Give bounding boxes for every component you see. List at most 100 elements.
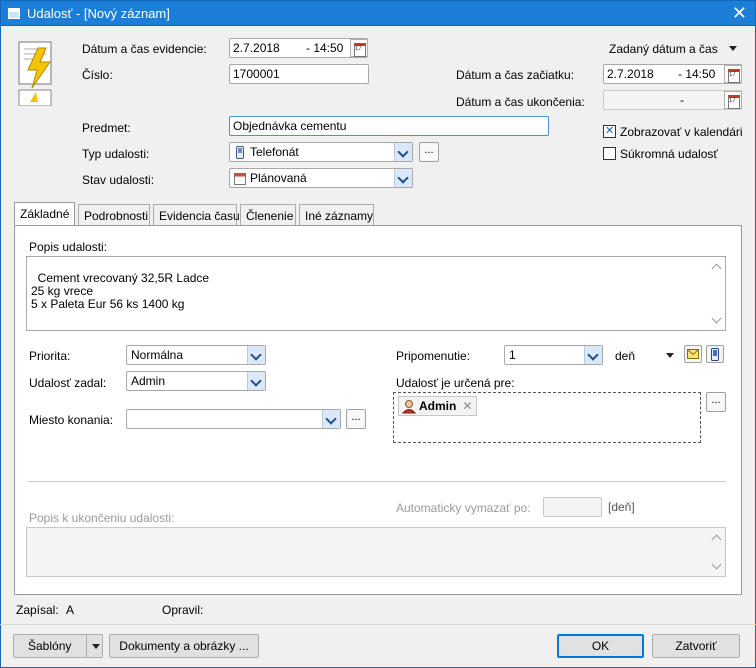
sablony-label: Šablóny [28,639,72,653]
scroll-up-icon[interactable] [711,263,722,274]
typ-udalosti-browse-button[interactable]: ... [419,142,439,162]
chevron-down-icon[interactable] [247,346,265,364]
typ-udalosti-label: Typ udalosti: [82,147,150,161]
zobrazovat-label: Zobrazovať v kalendári [620,125,743,139]
chevron-down-icon[interactable] [394,143,412,161]
close-icon[interactable]: ✕ [732,3,747,23]
pripomenutie-value: 1 [509,348,516,362]
popis-text: Cement vrecovaný 32,5R Ladce 25 kg vrece… [31,271,210,311]
miesto-browse-button[interactable]: ... [346,409,366,429]
popis-ukoncenia-textarea[interactable] [26,527,726,577]
ok-button[interactable]: OK [557,634,644,658]
calendar-icon[interactable] [724,91,742,109]
opravil-label: Opravil: [162,603,204,617]
footer-separator [0,624,756,625]
chevron-down-icon[interactable] [322,410,340,428]
sablony-button[interactable]: Šablóny [13,634,103,658]
datum-evidencie-label: Dátum a čas evidencie: [82,42,207,56]
stav-udalosti-select[interactable]: Plánovaná [229,168,413,188]
envelope-icon [687,349,699,359]
urcena-pre-box[interactable]: Admin ✕ [393,392,701,443]
calendar-icon[interactable] [350,39,368,57]
zaciatok-date: 2.7.2018 [607,67,654,81]
zapisal-label: Zapísal: [16,603,59,617]
priorita-value: Normálna [131,348,184,362]
popis-ukoncenia-scrollbar[interactable] [709,528,725,576]
window-icon [8,8,20,19]
miesto-select[interactable] [126,409,341,429]
window-title: Udalosť - [Nový záznam] [27,6,170,21]
ukoncenie-value: - [680,93,684,107]
zadal-label: Udalosť zadal: [29,376,107,390]
predmet-field[interactable]: Objednávka cementu [229,116,549,136]
sablony-arrow-icon[interactable] [92,644,100,649]
calendar-icon[interactable] [724,65,742,83]
stav-udalosti-value: Plánovaná [250,171,307,185]
miesto-label: Miesto konania: [29,413,114,427]
pripomenutie-label: Pripomenutie: [396,349,471,363]
sukromna-label: Súkromná udalosť [620,147,718,161]
tab-clenenie[interactable]: Členenie [240,204,296,226]
sms-reminder-button[interactable] [706,345,724,363]
cislo-label: Číslo: [82,68,113,82]
pripomenutie-select[interactable]: 1 [504,345,603,365]
priorita-label: Priorita: [29,349,71,363]
datum-evidencie-time: - 14:50 [306,41,344,55]
pripomenutie-unit[interactable]: deň [615,349,635,363]
typ-udalosti-select[interactable]: Telefonát [229,142,413,162]
tab-zakladne[interactable]: Základné [14,202,76,226]
dokumenty-button[interactable]: Dokumenty a obrázky ... [109,634,259,658]
tab-evidencia-casu[interactable]: Evidencia času [153,204,240,226]
user-chip-label: Admin [419,399,457,413]
tab-podrobnosti[interactable]: Podrobnosti [78,204,150,226]
chevron-down-icon[interactable] [584,346,602,364]
datum-evidencie-date: 2.7.2018 [233,41,280,55]
calendar-small-icon [234,173,246,185]
zaciatok-time: - 14:50 [678,67,716,81]
separator [28,481,726,482]
ukoncenie-field[interactable]: - [603,90,742,110]
scroll-down-icon[interactable] [711,313,722,324]
popis-label: Popis udalosti: [29,240,108,254]
popis-scrollbar[interactable] [709,257,725,330]
tab-ine-zaznamy[interactable]: Iné záznamy [299,204,374,226]
zapisal-value: A [66,603,75,617]
email-reminder-button[interactable] [684,345,702,363]
popis-textarea[interactable]: Cement vrecovaný 32,5R Ladce 25 kg vrece… [26,256,726,331]
typ-udalosti-value: Telefonát [250,145,299,159]
scroll-up-icon[interactable] [711,534,722,545]
zatvorit-button[interactable]: Zatvoriť [652,634,740,658]
ukoncenie-label: Dátum a čas ukončenia: [456,95,585,109]
user-icon [402,400,416,414]
urcena-browse-button[interactable]: ... [706,392,726,412]
phone-icon [236,146,244,159]
popis-ukoncenia-label: Popis k ukončeniu udalosti: [29,511,175,525]
cislo-field[interactable]: 1700001 [229,64,369,84]
zaciatok-field[interactable]: 2.7.2018 - 14:50 [603,64,742,84]
zadal-select[interactable]: Admin [126,371,266,391]
sukromna-checkbox[interactable] [603,147,616,160]
zobrazovat-checkbox[interactable] [603,124,616,138]
auto-vymazat-label: Automaticky vymazať po: [396,501,531,515]
user-chip-admin[interactable]: Admin ✕ [398,396,478,416]
zadal-value: Admin [131,374,166,388]
scroll-down-icon[interactable] [711,559,722,570]
remove-icon[interactable]: ✕ [462,399,472,413]
priorita-select[interactable]: Normálna [126,345,266,365]
stav-udalosti-label: Stav udalosti: [82,173,155,187]
chevron-down-icon[interactable] [247,372,265,390]
mode-dropdown-arrow-icon[interactable] [729,46,737,51]
pripomenutie-unit-arrow-icon[interactable] [666,353,674,358]
lightning-document-icon [18,41,52,106]
title-bar[interactable]: Udalosť - [Nový záznam] ✕ [0,0,756,26]
auto-vymazat-field[interactable] [543,497,602,517]
zaciatok-label: Dátum a čas začiatku: [456,68,575,82]
datum-evidencie-field[interactable]: 2.7.2018 - 14:50 [229,38,368,58]
mode-dropdown[interactable]: Zadaný dátum a čas [609,42,718,56]
auto-vymazat-unit: [deň] [608,500,635,514]
predmet-label: Predmet: [82,121,131,135]
urcena-label: Udalosť je určená pre: [396,376,515,390]
mobile-phone-icon [711,348,719,361]
split-divider [86,635,87,657]
chevron-down-icon[interactable] [394,169,412,187]
